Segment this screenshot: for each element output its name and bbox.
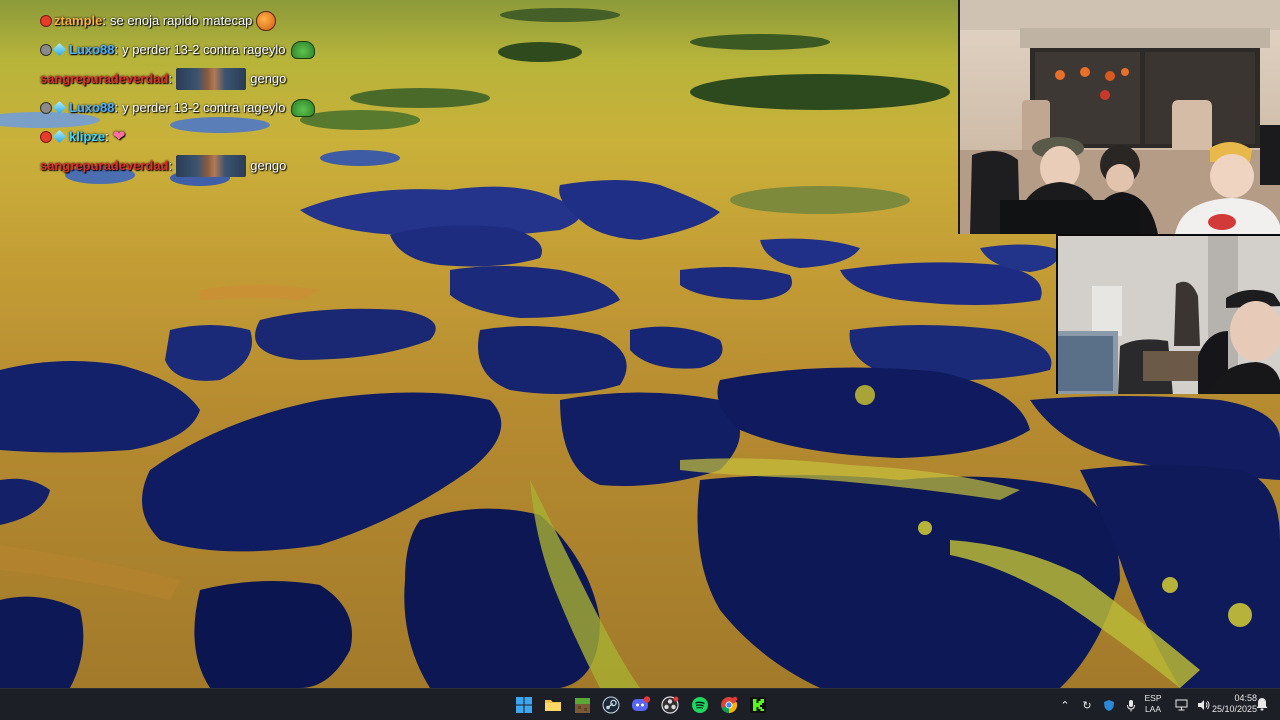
- chat-message: sangrepuradeverdad: gengo: [40, 151, 370, 180]
- kick-icon[interactable]: [747, 694, 769, 716]
- chat-username: Luxo88: [69, 42, 115, 57]
- chat-username: ztample: [54, 13, 103, 28]
- steam-logo-icon: [602, 696, 620, 714]
- chat-message: klipze: ❤: [40, 122, 370, 151]
- sub-badge-icon: [40, 14, 52, 27]
- chat-username: sangrepuradeverdad: [40, 71, 169, 86]
- stream-chat-overlay: ztample: se enoja rapido matecap Luxo88:…: [40, 6, 370, 180]
- diamond-badge-icon: [52, 129, 67, 144]
- steam-icon[interactable]: [600, 694, 622, 716]
- chat-message: ztample: se enoja rapido matecap: [40, 6, 370, 35]
- monitor-network-icon: [1175, 699, 1187, 711]
- minecraft-icon[interactable]: [571, 694, 593, 716]
- webcam-room-feed: [958, 0, 1280, 234]
- chat-colon: :: [102, 13, 107, 28]
- shield-icon[interactable]: [1101, 697, 1117, 713]
- diamond-badge-icon: [52, 42, 67, 57]
- obs-logo-icon: [661, 696, 679, 714]
- obs-icon[interactable]: [659, 694, 681, 716]
- system-tray: ⌃ ↻: [1054, 689, 1142, 720]
- clock-time: 04:58: [1234, 693, 1257, 703]
- spotify-icon[interactable]: [689, 694, 711, 716]
- taskbar-clock[interactable]: 04:58 25/10/2025: [1203, 693, 1257, 715]
- chat-message: sangrepuradeverdad: gengo: [40, 64, 370, 93]
- folder-icon: [545, 700, 561, 711]
- input-language-indicator[interactable]: ESP LAA: [1140, 693, 1166, 715]
- spotify-logo-icon: [692, 697, 708, 713]
- windows-logo-icon: [516, 697, 532, 713]
- pepe-emote-icon: [291, 98, 316, 117]
- chat-colon: :: [114, 42, 119, 57]
- chrome-icon[interactable]: [718, 694, 740, 716]
- webcam-player-feed: [1056, 234, 1280, 394]
- moderator-badge-icon: [40, 101, 52, 114]
- chat-colon: :: [168, 158, 173, 173]
- chat-text: gengo: [250, 158, 287, 173]
- chat-text: y perder 13-2 contra rageylo: [122, 100, 286, 115]
- network-icon: [1173, 697, 1189, 713]
- chat-message: Luxo88: y perder 13-2 contra rageylo: [40, 93, 370, 122]
- security-shield-icon: [1104, 699, 1114, 711]
- language-code: ESP: [1144, 693, 1162, 703]
- chrome-logo-icon: [721, 696, 738, 714]
- discord-logo-icon: [632, 696, 651, 711]
- chat-text: gengo: [250, 71, 287, 86]
- windows-start-icon[interactable]: [513, 694, 535, 716]
- sub-badge-icon: [40, 130, 52, 143]
- pepe-emote-icon: [291, 40, 316, 59]
- chevron-up-icon[interactable]: ⌃: [1057, 697, 1073, 713]
- bell-glyph-icon: [1256, 698, 1268, 711]
- chat-username: Luxo88: [69, 100, 115, 115]
- chat-username: klipze: [69, 129, 106, 144]
- chat-colon: :: [114, 100, 119, 115]
- webcam-room-scene: [960, 0, 1280, 234]
- grass-block-icon: [574, 697, 590, 713]
- sync-icon[interactable]: ↻: [1079, 697, 1095, 713]
- notification-bell-icon[interactable]: [1256, 697, 1268, 711]
- chat-colon: :: [105, 129, 109, 144]
- chat-text: y perder 13-2 contra rageylo: [122, 42, 286, 57]
- mic-glyph-icon: [1127, 699, 1135, 711]
- moderator-badge-icon: [40, 43, 52, 56]
- chat-username: sangrepuradeverdad: [40, 158, 169, 173]
- discord-icon[interactable]: [630, 694, 652, 716]
- microphone-icon[interactable]: [1123, 697, 1139, 713]
- file-explorer-icon[interactable]: [542, 694, 564, 716]
- face-emote-icon: [176, 67, 247, 90]
- windows-taskbar: ⌃ ↻ ESP LAA 04:58 25/10/2025: [0, 688, 1280, 720]
- layout-code: LAA: [1144, 704, 1162, 714]
- webcam-player-scene: [1058, 236, 1280, 394]
- heart-emote-icon: ❤: [112, 127, 126, 145]
- chat-text: se enoja rapido matecap: [110, 13, 253, 28]
- diamond-badge-icon: [52, 100, 67, 115]
- face-emote-icon: [176, 154, 247, 177]
- chat-message: Luxo88: y perder 13-2 contra rageylo: [40, 35, 370, 64]
- angry-emote-icon: [256, 10, 277, 31]
- kick-logo-icon: [750, 697, 766, 713]
- clock-date: 25/10/2025: [1211, 704, 1257, 714]
- chat-colon: :: [168, 71, 173, 86]
